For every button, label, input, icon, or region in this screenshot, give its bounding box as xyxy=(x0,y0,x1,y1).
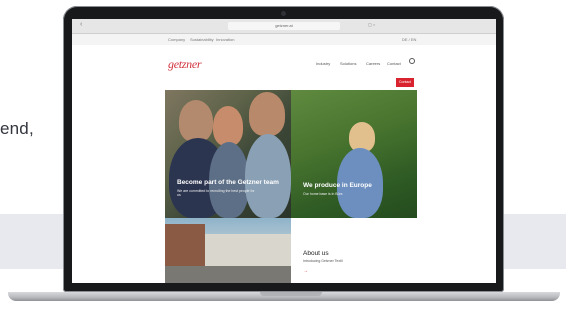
tile-subtitle: We are committed to recruiting the best … xyxy=(177,189,255,197)
person-photo xyxy=(213,106,243,146)
person-photo xyxy=(245,134,291,218)
site-logo[interactable]: getzner xyxy=(168,57,202,72)
tile-title: Become part of the Getzner team xyxy=(177,179,279,186)
tile-buildings[interactable] xyxy=(165,218,291,283)
person-photo xyxy=(179,100,213,142)
topbar-link-sustainability[interactable]: Sustainability xyxy=(190,37,214,42)
nav-item-industry[interactable]: Industry xyxy=(316,61,330,66)
tabs-icon[interactable]: ▢ ○ xyxy=(368,22,375,27)
nav-item-solutions[interactable]: Solutions xyxy=(340,61,356,66)
tile-subtitle: Introducing Getzner Textil xyxy=(303,259,343,263)
site-topbar: Company Sustainability Innovation DE / E… xyxy=(72,34,496,45)
language-switch[interactable]: DE / EN xyxy=(402,37,416,42)
browser-toolbar: ‹ getzner.at ▢ ○ xyxy=(72,19,496,34)
tile-careers[interactable]: Become part of the Getzner team We are c… xyxy=(165,90,291,218)
chevron-left-icon[interactable]: ‹ xyxy=(80,21,82,28)
tile-title: We produce in Europe xyxy=(303,182,372,189)
topbar-link-innovation[interactable]: Innovation xyxy=(216,37,234,42)
background-text-fragment: end, xyxy=(0,119,34,138)
tile-about[interactable]: About us Introducing Getzner Textil → xyxy=(291,218,417,283)
nav-item-contact[interactable]: Contact xyxy=(387,61,401,66)
laptop-screen: ‹ getzner.at ▢ ○ Company Sustainability … xyxy=(72,19,496,283)
building-photo xyxy=(205,234,291,266)
laptop-base xyxy=(8,292,560,301)
building-photo xyxy=(165,224,205,268)
arrow-right-icon[interactable]: → xyxy=(303,268,308,274)
search-icon[interactable] xyxy=(409,58,415,64)
laptop-notch xyxy=(260,292,322,296)
tile-title: About us xyxy=(303,250,329,257)
person-photo xyxy=(249,92,285,136)
topbar-link-company[interactable]: Company xyxy=(168,37,185,42)
contact-button[interactable]: Contact xyxy=(396,78,414,87)
tile-subtitle: Our home base is in Bürs xyxy=(303,192,343,196)
camera-icon xyxy=(281,11,286,16)
address-bar[interactable]: getzner.at xyxy=(228,22,340,30)
tile-production[interactable]: We produce in Europe Our home base is in… xyxy=(291,90,417,218)
nav-item-careers[interactable]: Careers xyxy=(366,61,380,66)
ground xyxy=(165,266,291,283)
